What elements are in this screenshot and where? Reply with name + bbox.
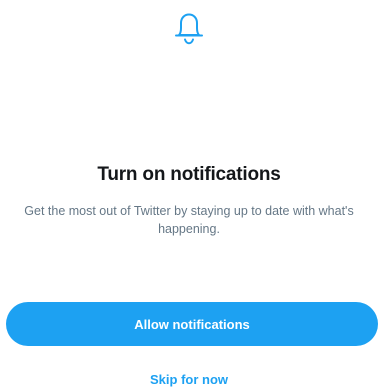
bell-icon — [172, 8, 206, 48]
notifications-prompt-screen: Turn on notifications Get the most out o… — [0, 0, 378, 390]
page-title: Turn on notifications — [97, 164, 281, 185]
allow-notifications-button[interactable]: Allow notifications — [6, 302, 378, 346]
page-subtitle: Get the most out of Twitter by staying u… — [24, 204, 354, 236]
skip-for-now-link[interactable]: Skip for now — [0, 371, 378, 389]
